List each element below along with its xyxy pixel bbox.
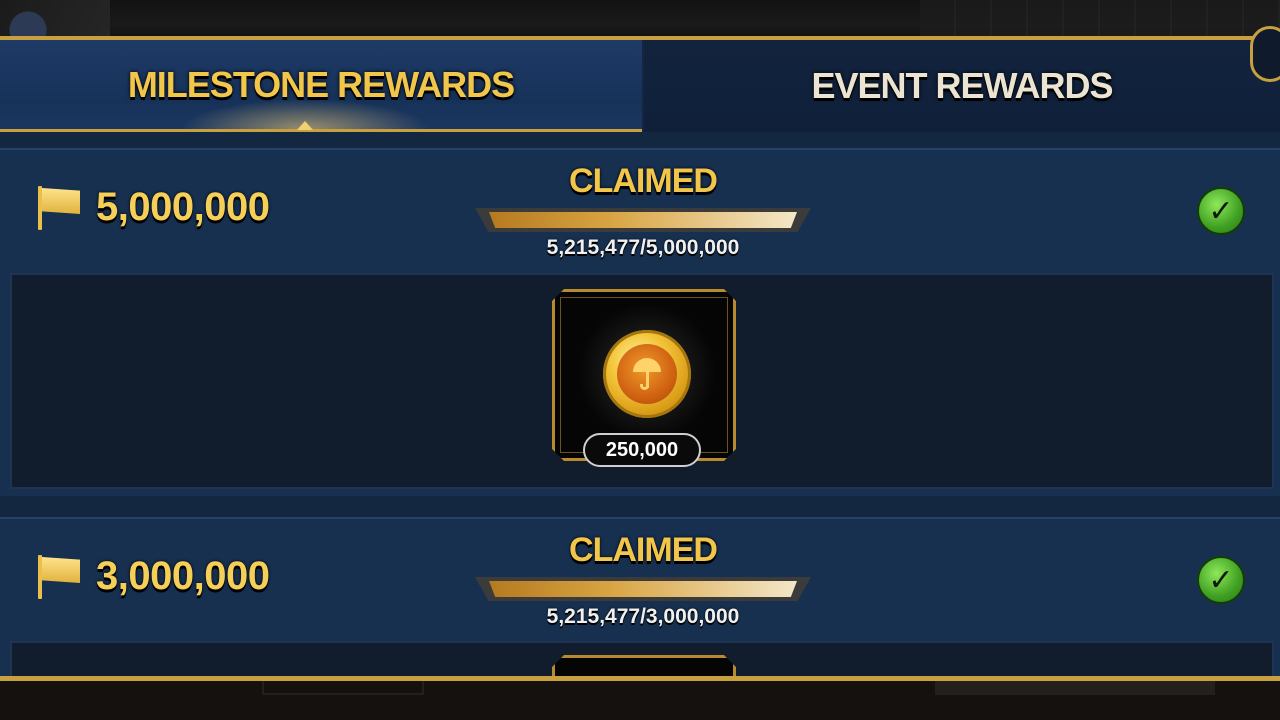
tab-label: EVENT REWARDS: [811, 65, 1113, 106]
reward-tabs: MILESTONE REWARDS EVENT REWARDS: [0, 40, 1280, 132]
background-element-partial: [935, 681, 1215, 695]
check-icon: ✓: [1197, 187, 1245, 235]
flag-icon: [36, 553, 82, 599]
reward-amount-badge: 250,000: [583, 433, 701, 467]
bottom-bar: [0, 676, 1280, 720]
milestone-status: CLAIMED 5,215,477/3,000,000: [474, 529, 812, 629]
check-icon: ✓: [1197, 556, 1245, 604]
progress-bar: [475, 208, 811, 232]
active-tab-pointer-icon: [297, 121, 313, 130]
progress-text: 5,215,477/3,000,000: [546, 605, 740, 628]
flag-icon: [36, 184, 82, 230]
status-label: CLAIMED: [569, 531, 718, 569]
progress-text: 5,215,477/5,000,000: [546, 236, 740, 259]
close-button[interactable]: [1250, 26, 1280, 82]
progress-fill: [489, 581, 797, 597]
goal-value: 5,000,000: [96, 184, 270, 229]
progress-track: [489, 212, 797, 228]
progress-fill: [489, 212, 797, 228]
goal-value: 3,000,000: [96, 553, 270, 598]
milestone-goal: 5,000,000: [36, 184, 270, 230]
status-label: CLAIMED: [569, 162, 718, 200]
progress-bar: [475, 577, 811, 601]
umbrella-coin-icon: [603, 330, 691, 418]
milestone-status: CLAIMED 5,215,477/5,000,000: [474, 160, 812, 260]
milestone-row: 3,000,000 CLAIMED 5,215,477/3,000,000 ✓: [0, 517, 1280, 701]
rewards-panel: MILESTONE REWARDS EVENT REWARDS 5,000,00…: [0, 36, 1280, 701]
background-tab-partial: [262, 681, 424, 695]
milestone-goal: 3,000,000: [36, 553, 270, 599]
tab-event-rewards[interactable]: EVENT REWARDS: [644, 40, 1280, 132]
tab-milestone-rewards[interactable]: MILESTONE REWARDS: [0, 40, 642, 132]
progress-track: [489, 581, 797, 597]
